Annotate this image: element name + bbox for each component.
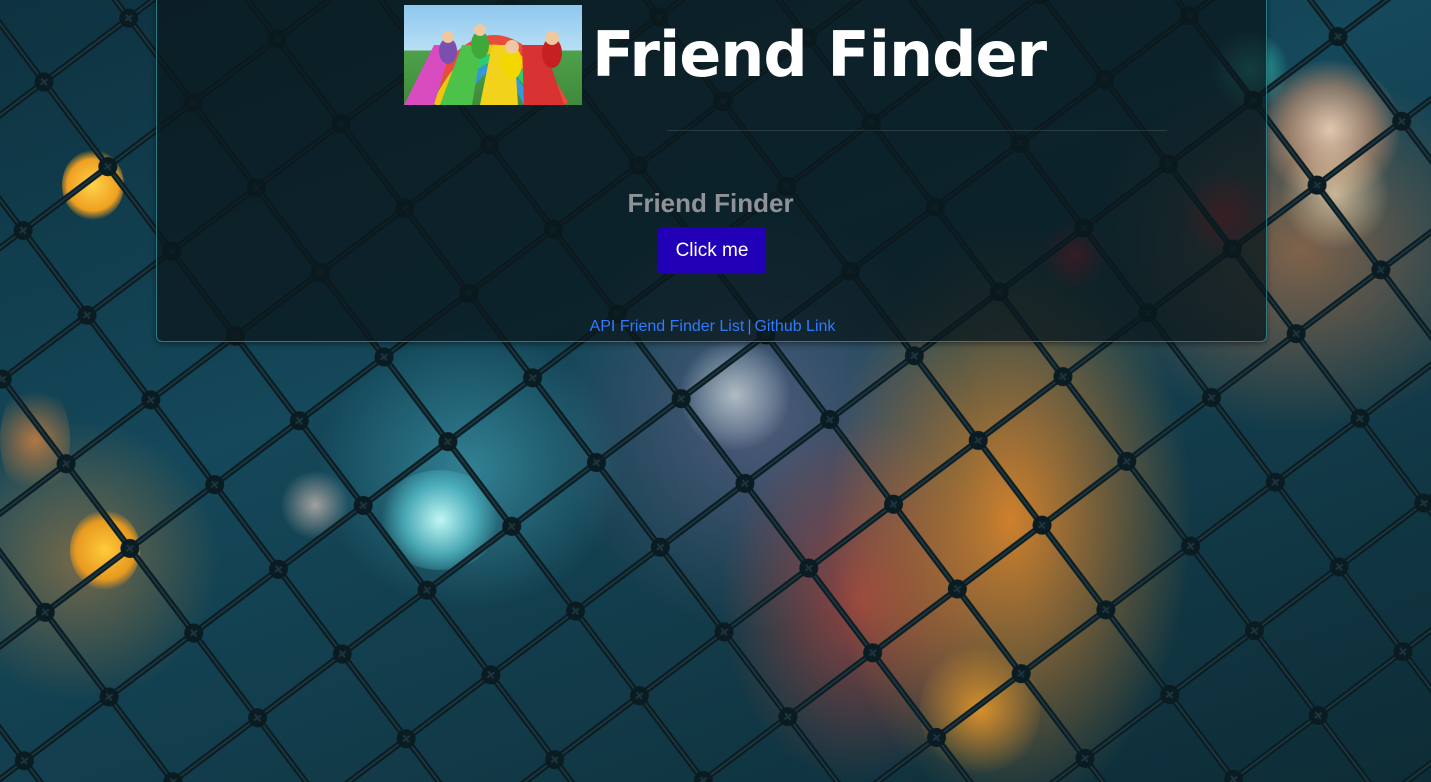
section-title: Friend Finder [157, 188, 1268, 219]
github-link[interactable]: Github Link [754, 318, 835, 335]
main-card: Friend Finder Friend Finder Click me API… [156, 0, 1267, 342]
divider [667, 130, 1167, 131]
section-title-text: Friend Finder [627, 188, 794, 218]
page-title: Friend Finder [592, 18, 1047, 91]
header: Friend Finder [404, 5, 1047, 105]
footer-links: API Friend Finder List | Github Link [157, 318, 1268, 336]
api-friend-list-link[interactable]: API Friend Finder List [590, 318, 745, 335]
link-separator: | [747, 318, 752, 335]
click-me-button[interactable]: Click me [658, 227, 766, 274]
teletubbies-slide-icon [404, 5, 582, 105]
